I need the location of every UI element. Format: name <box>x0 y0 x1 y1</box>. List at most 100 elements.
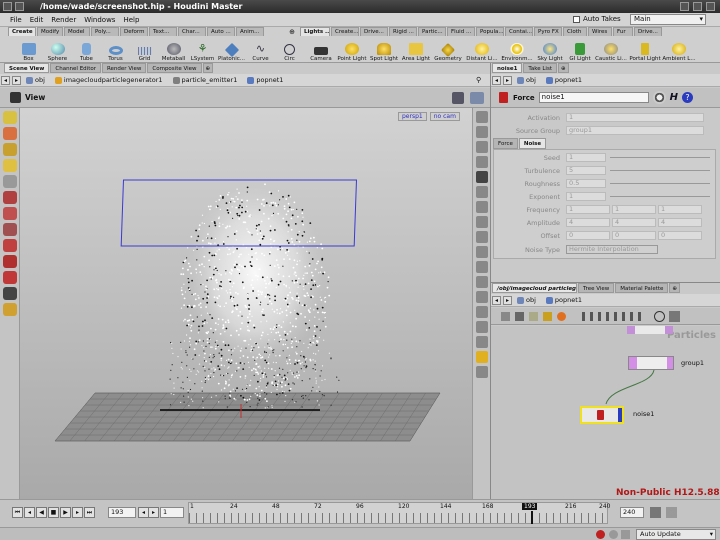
pin-icon[interactable]: ⚲ <box>476 76 486 85</box>
auto-takes-toggle[interactable]: Auto Takes <box>573 15 621 23</box>
shelf-tab[interactable]: Char... <box>178 27 206 36</box>
shelf-tab[interactable]: Rigid ... <box>389 27 417 36</box>
shelf-tab[interactable]: Text... <box>149 27 177 36</box>
toggle-icon[interactable] <box>476 321 488 333</box>
camera-menu[interactable]: persp1 <box>398 112 427 121</box>
status-icon[interactable] <box>621 530 630 539</box>
tool-caustic-light[interactable]: Caustic Li... <box>594 36 628 63</box>
shelf-tab[interactable]: Fur <box>613 27 633 36</box>
pose-tool-icon[interactable] <box>3 159 17 172</box>
time-slider[interactable]: 1 24 48 72 96 120 144 168 193 216 240 <box>188 502 610 524</box>
frame-step-up-icon[interactable]: ▸ <box>148 507 159 518</box>
tool-curve[interactable]: ∿ Curve <box>246 36 275 63</box>
turbulence-slider[interactable] <box>610 170 710 171</box>
shelf-tab[interactable]: Anim... <box>236 27 264 36</box>
tool-geometry-light[interactable]: Geometry <box>432 36 464 63</box>
scene-viewport[interactable]: persp1 no cam <box>20 108 472 499</box>
handle-tool-icon[interactable] <box>3 143 17 156</box>
roughness-field[interactable]: 0.5 <box>566 179 606 188</box>
shelf-tab[interactable]: Partic... <box>418 27 446 36</box>
shelf-tab[interactable]: Drive... <box>360 27 388 36</box>
shelf-tab[interactable]: Model <box>64 27 90 36</box>
snapshot-icon[interactable] <box>470 92 484 104</box>
network-canvas[interactable]: Particles group1 noise1 Non-Public H12.5… <box>491 326 720 499</box>
light-tool-icon[interactable] <box>3 255 17 268</box>
stop-icon[interactable]: ■ <box>48 507 59 518</box>
tool-icon[interactable] <box>529 311 538 321</box>
playhead[interactable] <box>531 511 533 524</box>
offset-x-field[interactable]: 0 <box>566 231 610 240</box>
offset-y-field[interactable]: 0 <box>612 231 656 240</box>
frequency-z-field[interactable]: 1 <box>658 205 702 214</box>
sticky-icon[interactable] <box>3 303 17 316</box>
subtab-noise[interactable]: Noise <box>518 138 547 149</box>
select-tool-icon[interactable] <box>3 111 17 124</box>
toggle-icon[interactable] <box>476 171 488 183</box>
toggle-icon[interactable] <box>476 351 488 363</box>
tool-point-light[interactable]: Point Light <box>336 36 368 63</box>
tool-icon[interactable] <box>543 311 552 321</box>
minimize-icon[interactable] <box>680 2 689 11</box>
play-reverse-icon[interactable]: ◀ <box>36 507 47 518</box>
seed-field[interactable]: 1 <box>566 153 606 162</box>
shelf-tab[interactable]: Deform <box>120 27 148 36</box>
menu-render[interactable]: Render <box>47 13 80 27</box>
tool-spot-light[interactable]: Spot Light <box>368 36 400 63</box>
tab-network-editor[interactable]: /obj/imagecloud particleg... <box>492 283 577 293</box>
back-icon[interactable]: ◂ <box>492 295 501 305</box>
noise-type-menu[interactable]: Hermite Interpolation <box>566 245 658 254</box>
gear-icon[interactable] <box>652 91 666 104</box>
offset-z-field[interactable]: 0 <box>658 231 702 240</box>
forward-icon[interactable]: ▸ <box>503 75 512 85</box>
back-icon[interactable]: ◂ <box>492 75 501 85</box>
toggle-icon[interactable] <box>476 336 488 348</box>
view-tool-icon[interactable] <box>10 92 21 103</box>
step-back-icon[interactable]: ◂ <box>24 507 35 518</box>
toggle-icon[interactable] <box>476 246 488 258</box>
shelf-tab[interactable]: Cloth <box>563 27 587 36</box>
pin-icon[interactable] <box>15 2 24 11</box>
exponent-slider[interactable] <box>610 196 710 197</box>
seed-slider[interactable] <box>610 157 710 158</box>
shelf-tab[interactable]: Drive... <box>634 27 662 36</box>
tool-area-light[interactable]: Area Light <box>400 36 432 63</box>
current-frame-field[interactable]: 193 <box>108 507 136 518</box>
amplitude-y-field[interactable]: 4 <box>612 218 656 227</box>
roughness-slider[interactable] <box>610 183 710 184</box>
tool-environment-light[interactable]: Environm... <box>500 36 534 63</box>
play-icon[interactable]: ▶ <box>60 507 71 518</box>
tool-icon[interactable] <box>501 311 510 321</box>
layout-icons[interactable] <box>582 311 642 321</box>
forward-icon[interactable]: ▸ <box>503 295 512 305</box>
breadcrumb-obj[interactable]: obj <box>22 76 51 84</box>
toggle-icon[interactable] <box>476 231 488 243</box>
transform-tool-icon[interactable] <box>3 191 17 204</box>
tab-take-list[interactable]: Take List <box>523 63 557 73</box>
close-icon[interactable] <box>706 2 715 11</box>
shelf-tab[interactable]: Auto ... <box>207 27 235 36</box>
breadcrumb-popnet[interactable]: popnet1 <box>542 296 588 304</box>
add-tab-icon[interactable]: ⊕ <box>557 63 569 73</box>
tool-sky-light[interactable]: Sky Light <box>534 36 566 63</box>
rotate-tool-icon[interactable] <box>3 207 17 220</box>
tool-icon[interactable] <box>557 311 566 321</box>
toggle-icon[interactable] <box>476 156 488 168</box>
tool-box[interactable]: Box <box>14 36 43 63</box>
shelf-tab[interactable]: Contai... <box>505 27 533 36</box>
shelf-tab[interactable]: Create... <box>331 27 359 36</box>
breadcrumb-popnet[interactable]: popnet1 <box>542 76 588 84</box>
view-icon[interactable] <box>669 310 680 322</box>
tool-torus[interactable]: Torus <box>101 36 130 63</box>
toggle-icon[interactable] <box>476 186 488 198</box>
node-name-field[interactable]: noise1 <box>538 92 649 103</box>
tool-gi-light[interactable]: GI Light <box>566 36 594 63</box>
tool-circle[interactable]: Circ <box>275 36 304 63</box>
take-select[interactable]: Main ▾ <box>630 14 706 25</box>
forward-icon[interactable]: ▸ <box>12 75 21 85</box>
current-frame-marker[interactable]: 193 <box>522 503 538 510</box>
status-icon[interactable] <box>609 530 618 539</box>
add-tab-icon[interactable]: ⊕ <box>202 63 214 73</box>
jump-end-icon[interactable]: ⏭ <box>84 507 95 518</box>
source-group-field[interactable]: group1 <box>566 126 704 135</box>
tab-material-palette[interactable]: Material Palette <box>615 283 669 293</box>
